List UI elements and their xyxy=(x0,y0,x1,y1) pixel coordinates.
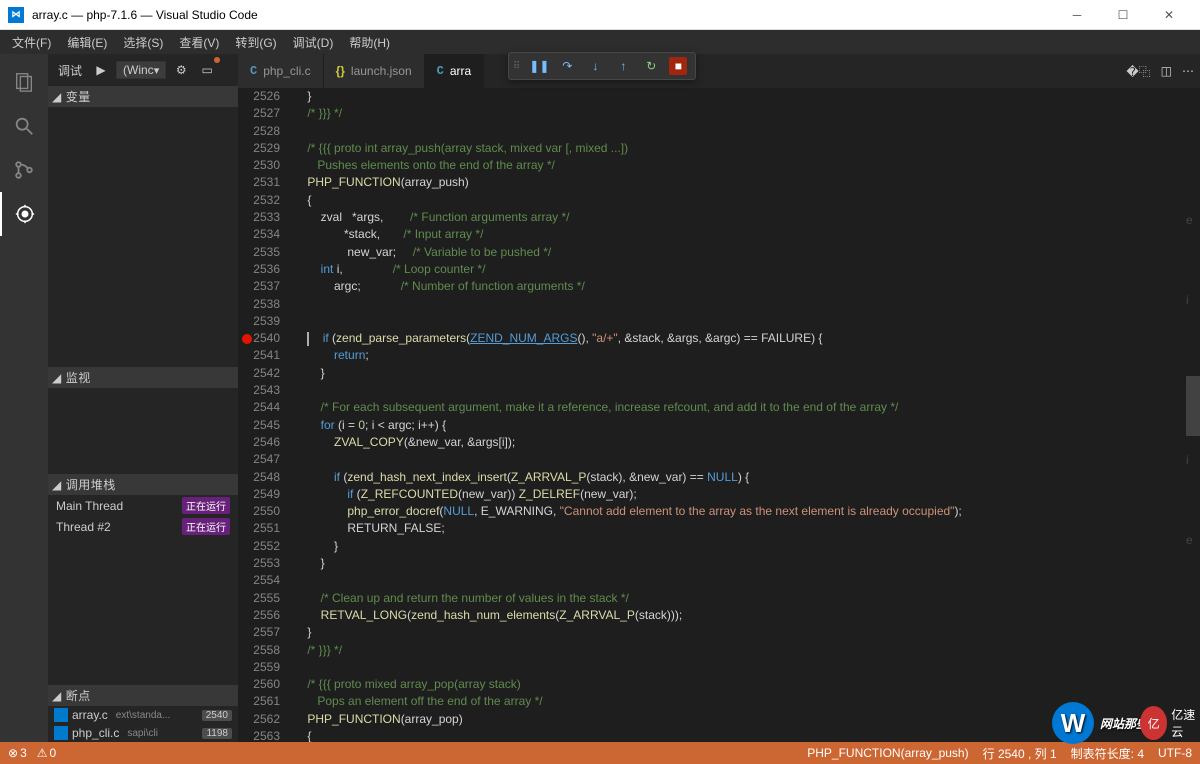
restart-button[interactable]: ↻ xyxy=(637,54,665,78)
status-bar: ⊗ 3 ⚠ 0 PHP_FUNCTION(array_push) 行 2540 … xyxy=(0,742,1200,764)
debug-console-icon[interactable]: ▭ xyxy=(196,59,218,81)
debug-toolbar[interactable]: ⠿ ❚❚ ↷ ↓ ↑ ↻ ■ xyxy=(508,52,696,80)
watermark-2: 亿亿速云 xyxy=(1140,702,1200,744)
window-title: array.c — php-7.1.6 — Visual Studio Code xyxy=(32,8,1054,22)
code-area[interactable]: 2526252725282529253025312532253325342535… xyxy=(238,88,1200,742)
page-edge: eieie xyxy=(1186,180,1198,580)
gear-icon[interactable]: ⚙ xyxy=(170,59,192,81)
debug-icon[interactable] xyxy=(0,192,48,236)
variables-header[interactable]: ◢变量 xyxy=(48,86,238,107)
editor-tab[interactable]: Carra xyxy=(425,54,485,88)
indent-status[interactable]: 制表符长度: 4 xyxy=(1071,745,1144,762)
thread-row[interactable]: Thread #2正在运行 xyxy=(48,516,238,537)
watch-panel xyxy=(48,388,238,474)
code[interactable]: } /* }}} */ /* {{{ proto int array_push(… xyxy=(294,88,1200,742)
editor-tab[interactable]: {}launch.json xyxy=(324,54,425,88)
editor: Cphp_cli.c{}launch.jsonCarra �⿻ ◫ ⋯ 2526… xyxy=(238,54,1200,742)
encoding-status[interactable]: UTF-8 xyxy=(1158,746,1192,760)
vscode-icon: ⋈ xyxy=(8,7,24,23)
menu-item[interactable]: 选择(S) xyxy=(115,32,171,53)
more-icon[interactable]: ⋯ xyxy=(1182,64,1194,78)
thread-row[interactable]: Main Thread正在运行 xyxy=(48,495,238,516)
split-editor-icon[interactable]: ◫ xyxy=(1161,64,1172,78)
file-type-icon: C xyxy=(250,64,257,78)
pause-button[interactable]: ❚❚ xyxy=(525,54,553,78)
minimize-button[interactable]: ─ xyxy=(1054,0,1100,30)
drag-grip-icon[interactable]: ⠿ xyxy=(513,61,521,72)
checkbox-icon[interactable] xyxy=(54,726,68,740)
breakpoint-row[interactable]: php_cli.csapi\cli1198 xyxy=(48,724,238,742)
breakpoint-row[interactable]: array.cext\standa...2540 xyxy=(48,706,238,724)
breakpoints-panel: array.cext\standa...2540php_cli.csapi\cl… xyxy=(48,706,238,742)
title-bar: ⋈ array.c — php-7.1.6 — Visual Studio Co… xyxy=(0,0,1200,30)
editor-tabs: Cphp_cli.c{}launch.jsonCarra �⿻ ◫ ⋯ xyxy=(238,54,1200,88)
source-control-icon[interactable] xyxy=(0,148,48,192)
debug-sidebar: 调试 ▶ (Winc ▾ ⚙ ▭ ◢变量 ◢监视 ◢调用堆栈 Main Thre… xyxy=(48,54,238,742)
file-type-icon: C xyxy=(437,64,444,78)
menu-item[interactable]: 帮助(H) xyxy=(341,32,398,53)
variables-panel xyxy=(48,107,238,367)
cursor-position[interactable]: 行 2540 , 列 1 xyxy=(983,745,1057,762)
menu-item[interactable]: 查看(V) xyxy=(171,32,227,53)
step-over-button[interactable]: ↷ xyxy=(553,54,581,78)
search-icon[interactable] xyxy=(0,104,48,148)
start-debug-button[interactable]: ▶ xyxy=(90,59,112,81)
step-out-button[interactable]: ↑ xyxy=(609,54,637,78)
menu-item[interactable]: 转到(G) xyxy=(227,32,284,53)
activity-bar xyxy=(0,54,48,742)
menu-bar: 文件(F)编辑(E)选择(S)查看(V)转到(G)调试(D)帮助(H) xyxy=(0,30,1200,54)
callstack-panel: Main Thread正在运行Thread #2正在运行 xyxy=(48,495,238,685)
close-button[interactable]: ✕ xyxy=(1146,0,1192,30)
gutter: 2526252725282529253025312532253325342535… xyxy=(238,88,294,742)
compare-icon[interactable]: �⿻ xyxy=(1126,63,1150,80)
errors-status[interactable]: ⊗ 3 xyxy=(8,746,27,760)
menu-item[interactable]: 文件(F) xyxy=(4,32,59,53)
watch-header[interactable]: ◢监视 xyxy=(48,367,238,388)
editor-tab[interactable]: Cphp_cli.c xyxy=(238,54,324,88)
step-into-button[interactable]: ↓ xyxy=(581,54,609,78)
maximize-button[interactable]: ☐ xyxy=(1100,0,1146,30)
file-type-icon: {} xyxy=(336,64,345,78)
callstack-header[interactable]: ◢调用堆栈 xyxy=(48,474,238,495)
warnings-status[interactable]: ⚠ 0 xyxy=(37,746,56,760)
debug-header: 调试 ▶ (Winc ▾ ⚙ ▭ xyxy=(48,54,238,86)
debug-label: 调试 xyxy=(54,62,86,79)
stop-button[interactable]: ■ xyxy=(669,57,687,75)
checkbox-icon[interactable] xyxy=(54,708,68,722)
debug-config-combo[interactable]: (Winc ▾ xyxy=(116,61,166,79)
function-status[interactable]: PHP_FUNCTION(array_push) xyxy=(807,746,968,760)
breakpoints-header[interactable]: ◢断点 xyxy=(48,685,238,706)
explorer-icon[interactable] xyxy=(0,60,48,104)
menu-item[interactable]: 编辑(E) xyxy=(59,32,115,53)
menu-item[interactable]: 调试(D) xyxy=(285,32,342,53)
